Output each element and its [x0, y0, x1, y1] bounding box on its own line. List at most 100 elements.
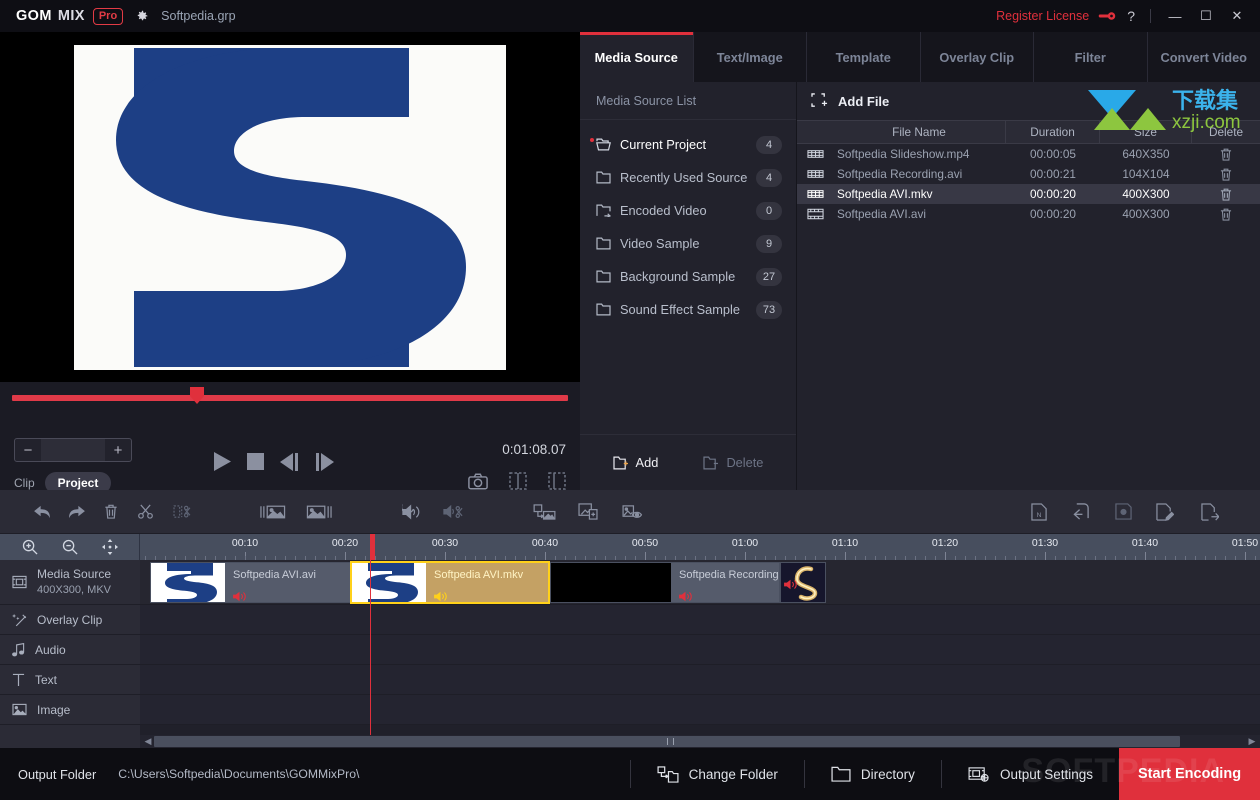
- preview-playhead[interactable]: [190, 387, 204, 404]
- add-folder-button[interactable]: Add: [612, 455, 658, 470]
- tab-template[interactable]: Template: [807, 32, 921, 82]
- video-preview[interactable]: [0, 32, 580, 382]
- save-as-icon[interactable]: [1144, 502, 1186, 521]
- clip-mode-button[interactable]: Clip: [14, 476, 35, 490]
- camera-snapshot-icon[interactable]: [468, 473, 488, 490]
- sidebar-item-recently-used-source[interactable]: Recently Used Source 4: [580, 161, 796, 194]
- split-icon[interactable]: [162, 504, 202, 519]
- track-label-overlay-clip[interactable]: Overlay Clip: [0, 605, 140, 635]
- tab-convert-video[interactable]: Convert Video: [1148, 32, 1260, 82]
- zoom-out-icon[interactable]: [62, 539, 78, 555]
- stop-icon[interactable]: [247, 453, 264, 470]
- track-label-image[interactable]: Image: [0, 695, 140, 725]
- next-frame-icon[interactable]: [315, 452, 334, 471]
- timeline-ruler[interactable]: 00:10 00:20 00:30 00:40 00:50 01:00 01:1…: [140, 534, 1260, 560]
- zoom-decrease-button[interactable]: −: [15, 442, 41, 459]
- timeline-playhead[interactable]: [370, 560, 371, 735]
- scroll-left-arrow[interactable]: ◀: [142, 736, 154, 747]
- replace-media-icon[interactable]: [522, 503, 566, 520]
- output-settings-button[interactable]: Output Settings: [942, 766, 1119, 783]
- clip-thumbnail: [551, 563, 671, 602]
- track-label-text[interactable]: Text: [0, 665, 140, 695]
- table-row[interactable]: Softpedia Recording.avi 00:00:21 104X104: [797, 164, 1260, 184]
- fit-to-screen-icon[interactable]: [101, 539, 118, 555]
- audio-detach-icon[interactable]: [432, 504, 474, 520]
- speaker-icon[interactable]: [784, 577, 797, 595]
- track-label-audio[interactable]: Audio: [0, 635, 140, 665]
- timeline-clip[interactable]: Softpedia AVI.avi: [150, 562, 360, 603]
- sidebar-item-encoded-video[interactable]: Encoded Video 0: [580, 194, 796, 227]
- zoom-value-field[interactable]: [41, 439, 105, 461]
- play-icon[interactable]: [214, 452, 231, 471]
- track-row-image[interactable]: [140, 695, 1260, 725]
- key-icon[interactable]: [1098, 10, 1116, 22]
- undo-icon[interactable]: [26, 505, 58, 519]
- mark-out-icon[interactable]: [548, 472, 566, 490]
- timeline-clip-selected[interactable]: Softpedia AVI.mkv: [350, 561, 550, 604]
- zoom-in-icon[interactable]: [22, 539, 38, 555]
- timeline-playhead-head[interactable]: [370, 534, 375, 560]
- timeline-horizontal-scrollbar[interactable]: ◀ ▶: [140, 735, 1260, 748]
- track-clip-area[interactable]: Softpedia AVI.avi Softpedia AVI.mkv Soft…: [140, 560, 1260, 735]
- gear-icon[interactable]: [135, 9, 149, 23]
- sidebar-item-current-project[interactable]: Current Project 4: [580, 128, 796, 161]
- table-row[interactable]: Softpedia Slideshow.mp4 00:00:05 640X350: [797, 144, 1260, 164]
- timeline-clip[interactable]: Softpedia Recording.avi: [550, 562, 780, 603]
- scroll-right-arrow[interactable]: ▶: [1246, 736, 1258, 747]
- track-row-text[interactable]: [140, 665, 1260, 695]
- zoom-increase-button[interactable]: +: [105, 442, 131, 459]
- delete-row-icon[interactable]: [1192, 168, 1260, 181]
- close-button[interactable]: ✕: [1226, 8, 1248, 24]
- delete-row-icon[interactable]: [1192, 208, 1260, 221]
- speaker-icon[interactable]: [679, 589, 692, 602]
- directory-button[interactable]: Directory: [805, 766, 941, 782]
- trim-left-icon[interactable]: [250, 504, 296, 520]
- duplicate-icon[interactable]: [566, 503, 610, 520]
- table-row[interactable]: Softpedia AVI.mkv 00:00:20 400X300: [797, 184, 1260, 204]
- bottom-bar: Output Folder C:\Users\Softpedia\Documen…: [0, 748, 1260, 800]
- cut-icon[interactable]: [128, 504, 162, 519]
- redo-icon[interactable]: [58, 505, 94, 519]
- timeline-clip[interactable]: [780, 562, 826, 603]
- preview-seek-area[interactable]: [0, 384, 580, 420]
- track-row-overlay-clip[interactable]: [140, 605, 1260, 635]
- tab-filter[interactable]: Filter: [1034, 32, 1148, 82]
- sidebar-item-video-sample[interactable]: Video Sample 9: [580, 227, 796, 260]
- preview-zoom-stepper[interactable]: − +: [14, 438, 132, 462]
- sidebar-item-sound-effect-sample[interactable]: Sound Effect Sample 73: [580, 293, 796, 326]
- register-license-link[interactable]: Register License: [996, 9, 1089, 23]
- revert-icon[interactable]: [1060, 503, 1102, 520]
- tab-text-image[interactable]: Text/Image: [694, 32, 807, 82]
- new-project-icon[interactable]: N: [1018, 502, 1060, 521]
- maximize-button[interactable]: ☐: [1195, 8, 1217, 24]
- speaker-icon[interactable]: [233, 589, 246, 602]
- track-label-media-source[interactable]: Media Source 400X300, MKV: [0, 560, 140, 605]
- delete-row-icon[interactable]: [1192, 148, 1260, 161]
- preview-seekbar[interactable]: [12, 395, 568, 401]
- tab-media-source[interactable]: Media Source: [580, 32, 694, 82]
- preview-icon[interactable]: [610, 504, 654, 520]
- delete-row-icon[interactable]: [1192, 188, 1260, 201]
- header-file-name[interactable]: File Name: [833, 120, 1006, 144]
- mark-in-icon[interactable]: [509, 472, 527, 490]
- track-row-audio[interactable]: [140, 635, 1260, 665]
- speaker-icon[interactable]: [434, 589, 447, 602]
- track-row-media-source[interactable]: Softpedia AVI.avi Softpedia AVI.mkv Soft…: [140, 560, 1260, 605]
- help-icon[interactable]: ?: [1125, 8, 1137, 24]
- export-icon[interactable]: [1186, 502, 1234, 521]
- audio-icon[interactable]: [390, 503, 432, 520]
- scrollbar-thumb[interactable]: [154, 736, 1180, 747]
- previous-frame-icon[interactable]: [280, 452, 299, 471]
- save-icon[interactable]: [1102, 503, 1144, 520]
- film-strip-icon: [797, 208, 833, 220]
- change-folder-button[interactable]: Change Folder: [631, 765, 804, 783]
- file-name-cell: Softpedia AVI.mkv: [837, 187, 933, 201]
- sidebar-item-background-sample[interactable]: Background Sample 27: [580, 260, 796, 293]
- trim-right-icon[interactable]: [296, 504, 342, 520]
- tab-overlay-clip[interactable]: Overlay Clip: [921, 32, 1034, 82]
- delete-folder-button[interactable]: Delete: [703, 455, 763, 470]
- table-row[interactable]: Softpedia AVI.avi 00:00:20 400X300: [797, 204, 1260, 224]
- minimize-button[interactable]: —: [1164, 9, 1186, 24]
- start-encoding-button[interactable]: Start Encoding: [1119, 748, 1260, 800]
- delete-icon[interactable]: [94, 504, 128, 519]
